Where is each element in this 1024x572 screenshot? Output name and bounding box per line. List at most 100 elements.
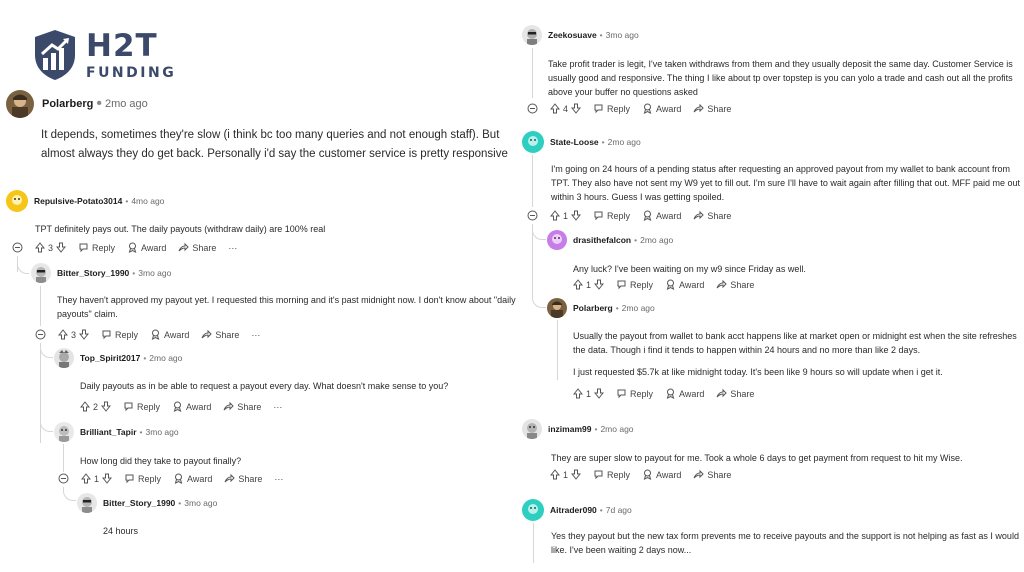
avatar[interactable]: [54, 348, 74, 368]
author-name[interactable]: Bitter_Story_1990: [57, 268, 129, 278]
upvote-icon[interactable]: [81, 473, 91, 484]
avatar[interactable]: [522, 131, 544, 153]
avatar[interactable]: [31, 263, 51, 283]
award-button[interactable]: Award: [642, 469, 681, 480]
share-button[interactable]: Share: [716, 388, 754, 399]
timestamp[interactable]: 3mo ago: [138, 268, 171, 278]
reply-button[interactable]: Reply: [593, 210, 630, 221]
upvote-icon[interactable]: [550, 210, 560, 221]
share-button[interactable]: Share: [224, 473, 262, 484]
avatar[interactable]: [547, 298, 567, 318]
reply-button[interactable]: Reply: [616, 388, 653, 399]
timestamp[interactable]: 3mo ago: [184, 498, 217, 508]
author-name[interactable]: State-Loose: [550, 137, 599, 147]
upvote-icon[interactable]: [550, 103, 560, 114]
avatar[interactable]: [6, 190, 28, 212]
upvote-icon[interactable]: [573, 279, 583, 290]
downvote-icon[interactable]: [102, 473, 113, 484]
share-label: Share: [707, 103, 732, 114]
reply-button[interactable]: Reply: [124, 473, 161, 484]
collapse-button[interactable]: [527, 210, 538, 221]
reply-button[interactable]: Reply: [123, 401, 160, 412]
timestamp[interactable]: 3mo ago: [146, 427, 179, 437]
timestamp[interactable]: 3mo ago: [606, 30, 639, 40]
upvote-icon[interactable]: [58, 329, 68, 340]
thread-line: [63, 444, 64, 472]
avatar[interactable]: [522, 499, 544, 521]
award-button[interactable]: Award: [665, 279, 704, 290]
timestamp[interactable]: 2mo ago: [640, 235, 673, 245]
upvote-icon[interactable]: [573, 388, 583, 399]
award-button[interactable]: Award: [642, 103, 681, 114]
vote-count: 1: [586, 279, 592, 290]
comment-body: I'm going on 24 hours of a pending statu…: [551, 164, 1020, 202]
downvote-icon[interactable]: [56, 242, 67, 253]
share-button[interactable]: Share: [693, 103, 731, 114]
author-name[interactable]: Polarberg: [42, 98, 93, 110]
share-button[interactable]: Share: [716, 279, 754, 290]
timestamp[interactable]: 2mo ago: [600, 424, 633, 434]
avatar[interactable]: [54, 422, 74, 442]
downvote-icon[interactable]: [79, 329, 90, 340]
timestamp[interactable]: 2mo ago: [105, 98, 148, 110]
more-options-button[interactable]: ···: [228, 243, 237, 253]
vote-controls: 1: [573, 279, 605, 290]
author-name[interactable]: Brilliant_Tapir: [80, 427, 137, 437]
downvote-icon[interactable]: [101, 401, 112, 412]
avatar[interactable]: [547, 230, 567, 250]
downvote-icon[interactable]: [594, 279, 605, 290]
downvote-icon[interactable]: [594, 388, 605, 399]
author-name[interactable]: Repulsive-Potato3014: [34, 196, 122, 206]
timestamp[interactable]: 4mo ago: [131, 196, 164, 206]
reply-button[interactable]: Reply: [593, 103, 630, 114]
share-button[interactable]: Share: [693, 469, 731, 480]
downvote-icon[interactable]: [571, 103, 582, 114]
avatar[interactable]: [6, 90, 34, 118]
collapse-button[interactable]: [527, 103, 538, 114]
reply-button[interactable]: Reply: [616, 279, 653, 290]
collapse-button[interactable]: [12, 242, 23, 253]
share-button[interactable]: Share: [693, 210, 731, 221]
author-name[interactable]: inzimam99: [548, 424, 591, 434]
comment-inzimam: inzimam99 • 2mo ago They are super slow …: [522, 419, 1022, 465]
author-name[interactable]: Zeekosuave: [548, 30, 597, 40]
author-name[interactable]: drasithefalcon: [573, 235, 631, 245]
author-name[interactable]: Polarberg: [573, 303, 613, 313]
share-button[interactable]: Share: [223, 401, 261, 412]
upvote-icon[interactable]: [550, 469, 560, 480]
award-button[interactable]: Award: [127, 242, 166, 253]
reply-button[interactable]: Reply: [78, 242, 115, 253]
timestamp[interactable]: 2mo ago: [608, 137, 641, 147]
more-options-button[interactable]: ···: [274, 474, 283, 484]
upvote-icon[interactable]: [80, 401, 90, 412]
more-options-button[interactable]: ···: [273, 402, 282, 412]
upvote-icon[interactable]: [35, 242, 45, 253]
award-button[interactable]: Award: [642, 210, 681, 221]
avatar[interactable]: [522, 419, 542, 439]
timestamp[interactable]: 2mo ago: [149, 353, 182, 363]
award-button[interactable]: Award: [665, 388, 704, 399]
collapse-button[interactable]: [35, 329, 46, 340]
share-button[interactable]: Share: [201, 329, 239, 340]
reply-button[interactable]: Reply: [593, 469, 630, 480]
award-button[interactable]: Award: [150, 329, 189, 340]
avatar[interactable]: [77, 493, 97, 513]
reply-label: Reply: [630, 388, 654, 399]
more-options-button[interactable]: ···: [251, 330, 260, 340]
timestamp[interactable]: 7d ago: [606, 505, 632, 515]
reply-button[interactable]: Reply: [101, 329, 138, 340]
avatar[interactable]: [522, 25, 542, 45]
timestamp[interactable]: 2mo ago: [622, 303, 655, 313]
award-button[interactable]: Award: [173, 473, 212, 484]
author-name[interactable]: Aitrader090: [550, 505, 597, 515]
author-name[interactable]: Bitter_Story_1990: [103, 498, 175, 508]
award-label: Award: [656, 103, 682, 114]
separator: •: [599, 505, 603, 515]
author-name[interactable]: Top_Spirit2017: [80, 353, 140, 363]
collapse-button[interactable]: [58, 473, 69, 484]
award-label: Award: [186, 401, 212, 412]
downvote-icon[interactable]: [571, 210, 582, 221]
downvote-icon[interactable]: [571, 469, 582, 480]
award-button[interactable]: Award: [172, 401, 211, 412]
share-button[interactable]: Share: [178, 242, 216, 253]
